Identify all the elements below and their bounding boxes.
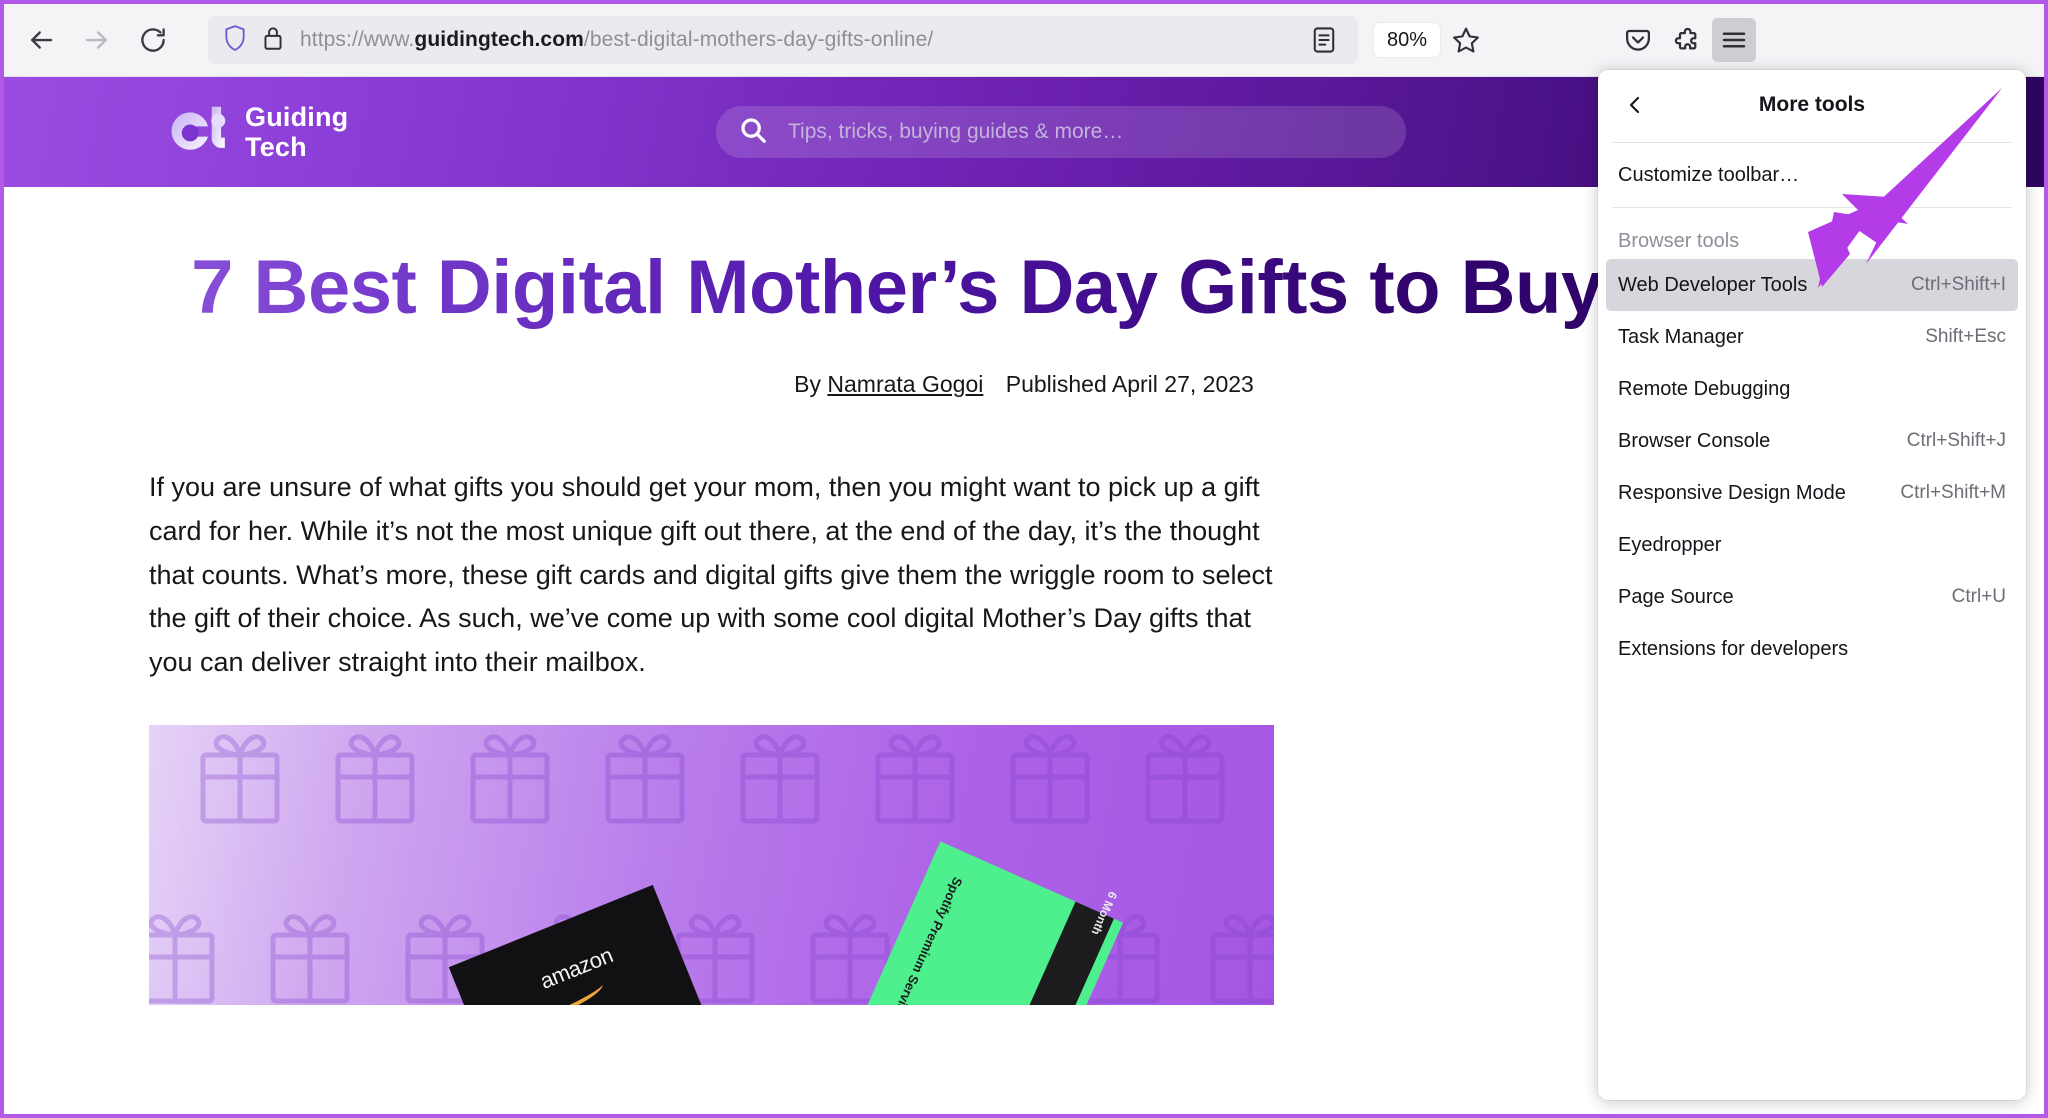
forward-button[interactable]: [74, 17, 120, 63]
zoom-level-badge[interactable]: 80%: [1374, 23, 1441, 57]
more-tools-menu-panel: More tools Customize toolbar… Browser to…: [1598, 70, 2026, 1100]
by-prefix: By: [794, 371, 821, 398]
menu-divider: [1612, 142, 2012, 143]
amazon-card-label: amazon: [536, 942, 617, 994]
browser-toolbar: https://www.guidingtech.com/best-digital…: [4, 4, 2044, 77]
article-paragraph: If you are unsure of what gifts you shou…: [149, 472, 1273, 678]
spotify-line-1: Spotify: [933, 874, 966, 922]
menu-item-shortcut: Ctrl+Shift+I: [1910, 274, 2006, 295]
spotify-line-3: Service: [889, 972, 922, 1005]
article-hero-image: amazon 6 Month Spotify Premium Service: [149, 724, 1274, 1005]
hamburger-menu-icon: [1722, 32, 1746, 48]
menu-item-browser-console[interactable]: Browser Console Ctrl+Shift+J: [1606, 415, 2018, 467]
back-button[interactable]: [18, 17, 64, 63]
published-date: Published April 27, 2023: [1005, 371, 1254, 398]
padlock-icon: [262, 24, 284, 57]
url-scheme: https://www.: [300, 28, 415, 51]
menu-item-eyedropper[interactable]: Eyedropper: [1606, 519, 2018, 571]
url-path: /best-digital-mothers-day-gifts-online/: [583, 28, 934, 51]
menu-panel-header: More tools: [1598, 74, 2026, 136]
menu-item-page-source[interactable]: Page Source Ctrl+U: [1606, 571, 2018, 623]
menu-item-task-manager[interactable]: Task Manager Shift+Esc: [1606, 311, 2018, 363]
spotify-line-2: Premium: [909, 918, 947, 976]
site-logo[interactable]: Guiding Tech: [159, 102, 348, 162]
logo-line-1: Guiding: [245, 101, 349, 132]
menu-item-label: Eyedropper: [1618, 533, 1722, 556]
screenshot-frame: https://www.guidingtech.com/best-digital…: [0, 0, 2048, 1118]
chevron-left-icon: [1629, 96, 1640, 114]
menu-item-responsive-design-mode[interactable]: Responsive Design Mode Ctrl+Shift+M: [1606, 467, 2018, 519]
site-search-box[interactable]: [716, 106, 1406, 158]
menu-item-shortcut: Ctrl+Shift+J: [1906, 430, 2006, 451]
menu-item-label: Remote Debugging: [1618, 377, 1791, 400]
address-bar[interactable]: https://www.guidingtech.com/best-digital…: [208, 16, 1358, 64]
pocket-icon: [1626, 29, 1651, 51]
toolbar-actions: 80%: [1374, 18, 1757, 62]
menu-item-shortcut: Ctrl+U: [1951, 586, 2006, 607]
star-icon: [1453, 27, 1479, 53]
menu-divider: [1612, 207, 2012, 208]
shield-icon: [222, 23, 248, 58]
menu-item-label: Extensions for developers: [1618, 637, 1849, 660]
menu-item-remote-debugging[interactable]: Remote Debugging: [1606, 363, 2018, 415]
menu-item-customize-toolbar[interactable]: Customize toolbar…: [1606, 149, 2018, 201]
menu-item-shortcut: Shift+Esc: [1925, 326, 2006, 347]
extensions-button[interactable]: [1664, 18, 1708, 62]
menu-item-shortcut: Ctrl+Shift+M: [1900, 482, 2006, 503]
menu-item-label: Customize toolbar…: [1618, 163, 1800, 186]
site-logo-text: Guiding Tech: [245, 102, 348, 162]
extensions-puzzle-icon: [1674, 27, 1697, 50]
menu-item-label: Task Manager: [1618, 325, 1744, 348]
url-host: guidingtech.com: [414, 28, 584, 51]
arrow-right-icon: [85, 31, 107, 49]
logo-line-2: Tech: [245, 132, 307, 162]
menu-section-browser-tools: Browser tools: [1618, 230, 1740, 252]
bookmark-button[interactable]: [1444, 18, 1488, 62]
site-search-input[interactable]: [788, 120, 1406, 144]
menu-item-web-developer-tools[interactable]: Web Developer Tools Ctrl+Shift+I: [1606, 259, 2018, 311]
author-link[interactable]: Namrata Gogoi: [827, 371, 983, 397]
menu-item-label: Browser Console: [1618, 429, 1771, 452]
pocket-button[interactable]: [1616, 18, 1660, 62]
menu-item-label: Responsive Design Mode: [1618, 481, 1846, 504]
menu-item-label: Web Developer Tools: [1618, 273, 1808, 296]
reload-button[interactable]: [130, 17, 176, 63]
menu-panel-title: More tools: [1758, 93, 1866, 116]
search-icon: [738, 115, 768, 150]
arrow-left-icon: [31, 31, 53, 49]
app-menu-button[interactable]: [1712, 18, 1757, 62]
reader-mode-icon: [1313, 27, 1335, 53]
url-text: https://www.guidingtech.com/best-digital…: [300, 28, 933, 52]
guiding-tech-logo-icon: [171, 106, 226, 150]
menu-item-extensions-for-developers[interactable]: Extensions for developers: [1606, 623, 2018, 675]
menu-back-button[interactable]: [1616, 86, 1654, 124]
reader-mode-button[interactable]: [1304, 20, 1344, 60]
menu-item-label: Page Source: [1618, 585, 1734, 608]
reload-icon: [141, 28, 165, 52]
